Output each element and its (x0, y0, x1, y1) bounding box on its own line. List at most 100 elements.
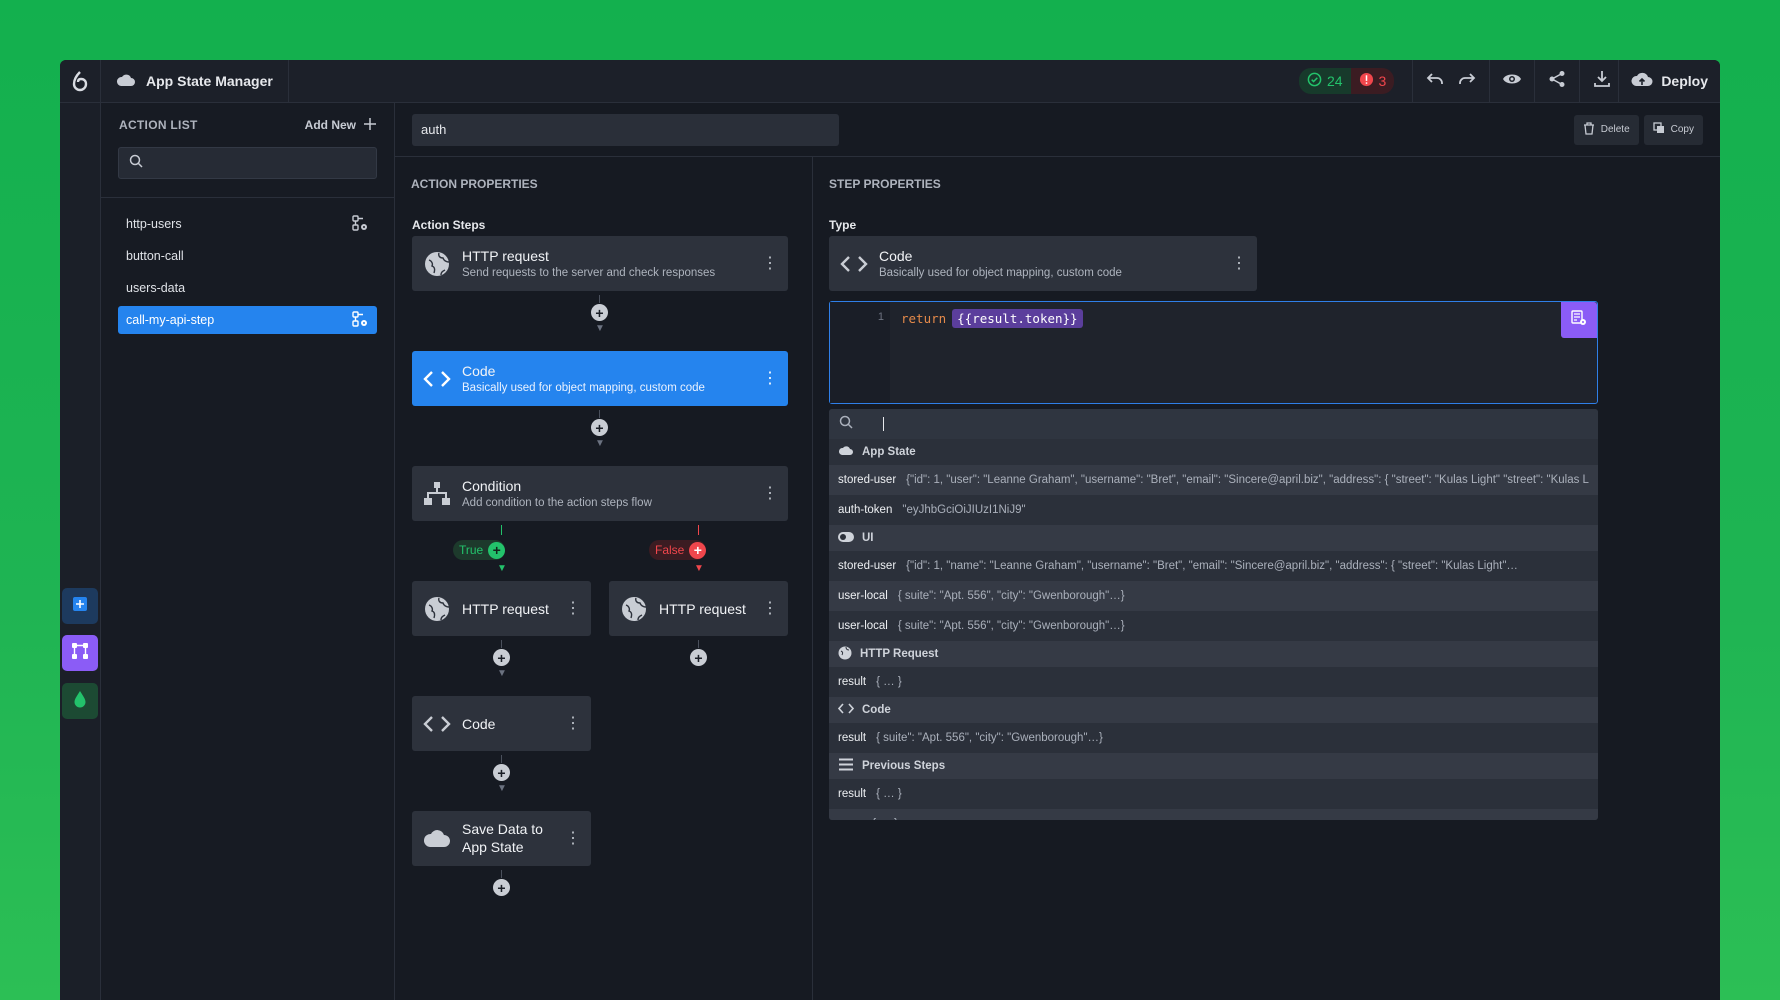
group-label: Previous Steps (862, 760, 946, 772)
variable-value: {"id": 1, "name": "Leanne Graham", "user… (906, 560, 1518, 572)
step-card-http-request[interactable]: HTTP request Send requests to the server … (412, 236, 788, 291)
action-name-bar: auth Delete Copy (395, 103, 1720, 157)
toggle-icon (838, 531, 854, 545)
add-new-button[interactable]: Add New (305, 117, 376, 133)
action-name-value: auth (421, 122, 447, 137)
delete-button[interactable]: Delete (1573, 114, 1639, 145)
logo[interactable] (60, 60, 101, 103)
globe-icon (422, 596, 452, 622)
step-desc: Basically used for object mapping, custo… (462, 382, 705, 394)
action-search-input[interactable] (118, 147, 377, 179)
download-button[interactable] (1586, 60, 1618, 103)
more-icon[interactable]: ⋮ (565, 600, 581, 617)
code-icon (422, 370, 452, 388)
variable-row[interactable]: stored-user {"id": 1, "name": "Leanne Gra… (829, 551, 1598, 581)
more-icon[interactable]: ⋮ (565, 830, 581, 847)
action-list-sidebar: ACTION LIST Add New http-users button-ca… (101, 103, 395, 1000)
step-properties-panel: STEP PROPERTIES Type Code Basically used … (813, 157, 1720, 1000)
action-item[interactable]: http-users (118, 210, 377, 238)
action-item-active[interactable]: call-my-api-step (118, 306, 377, 334)
add-false-step-button[interactable]: + (689, 541, 707, 559)
line-number: 1 (830, 302, 890, 403)
true-connector (501, 525, 502, 535)
more-icon[interactable]: ⋮ (1231, 255, 1247, 272)
code-line[interactable]: return {{result.token}} (901, 309, 1083, 328)
variable-row[interactable]: result { suite": "Apt. 556", "city": "Gwe… (829, 723, 1598, 753)
add-step-button[interactable]: + (493, 764, 510, 781)
more-icon[interactable]: ⋮ (762, 370, 778, 387)
code-icon (839, 255, 869, 273)
copy-label: Copy (1670, 124, 1694, 135)
step-card-condition[interactable]: Condition Add condition to the action ste… (412, 466, 788, 521)
variable-picker-button[interactable] (1561, 302, 1597, 338)
step-card-code[interactable]: Code Basically used for object mapping, c… (412, 351, 788, 406)
redo-button[interactable] (1451, 60, 1483, 103)
divider (1534, 60, 1536, 103)
preview-button[interactable] (1496, 60, 1528, 103)
step-title: Save Data to App State (462, 821, 543, 855)
code-token[interactable]: {{result.token}} (952, 309, 1083, 328)
step-card-code[interactable]: Code ⋮ (412, 696, 591, 751)
cloud-icon (838, 445, 854, 459)
variable-row[interactable]: error { … } (829, 809, 1598, 820)
more-icon[interactable]: ⋮ (762, 600, 778, 617)
deploy-label: Deploy (1661, 73, 1708, 89)
cloud-icon (116, 73, 136, 90)
type-desc: Basically used for object mapping, custo… (879, 267, 1122, 279)
true-branch-badge[interactable]: True + (453, 540, 506, 560)
rail-styles-button[interactable] (62, 683, 98, 719)
code-editor[interactable]: 1 return {{result.token}} (829, 301, 1598, 404)
more-icon[interactable]: ⋮ (762, 255, 778, 272)
false-branch-badge[interactable]: False + (649, 540, 707, 560)
type-card[interactable]: Code Basically used for object mapping, c… (829, 236, 1257, 291)
add-step-button[interactable]: + (591, 419, 608, 436)
rail-actions-button[interactable] (62, 635, 98, 671)
success-badge[interactable]: 24 (1298, 68, 1351, 94)
group-http-request: HTTP Request (829, 641, 1598, 667)
action-item[interactable]: users-data (118, 274, 377, 302)
error-badge[interactable]: 3 (1350, 68, 1395, 94)
action-item-label: users-data (126, 281, 186, 295)
cloud-icon (422, 829, 452, 849)
action-properties-title: ACTION PROPERTIES (411, 177, 538, 191)
action-item[interactable]: button-call (118, 242, 377, 270)
more-icon[interactable]: ⋮ (565, 715, 581, 732)
more-icon[interactable]: ⋮ (762, 485, 778, 502)
true-label: True (459, 543, 484, 557)
undo-button[interactable] (1419, 60, 1451, 103)
add-step-button[interactable]: + (591, 304, 608, 321)
action-item-label: call-my-api-step (126, 313, 215, 327)
false-label: False (655, 543, 685, 557)
step-card-http-request[interactable]: HTTP request ⋮ (609, 581, 788, 636)
divider (1412, 60, 1414, 103)
globe-icon (619, 596, 649, 622)
deploy-button[interactable]: Deploy (1618, 60, 1720, 103)
add-step-button[interactable]: + (690, 649, 707, 666)
action-name-input[interactable]: auth (412, 113, 839, 146)
copy-button[interactable]: Copy (1643, 114, 1703, 145)
share-button[interactable] (1541, 60, 1573, 103)
picker-search-input[interactable] (829, 409, 1598, 439)
add-step-button[interactable]: + (493, 649, 510, 666)
step-title: Code (462, 363, 496, 379)
variable-row[interactable]: stored-user {"id": 1, "user": "Leanne Gra… (829, 465, 1598, 495)
variable-row[interactable]: user-local { suite": "Apt. 556", "city": … (829, 581, 1598, 611)
variable-row[interactable]: result { … } (829, 779, 1598, 809)
divider (1579, 60, 1581, 103)
variable-row[interactable]: user-local { suite": "Apt. 556", "city": … (829, 611, 1598, 641)
step-card-http-request[interactable]: HTTP request ⋮ (412, 581, 591, 636)
code-keyword: return (901, 311, 947, 326)
add-true-step-button[interactable]: + (488, 541, 506, 559)
status-badges[interactable]: 24 3 (1298, 68, 1395, 94)
connector (501, 640, 502, 648)
step-title: Code (462, 715, 496, 732)
group-label: UI (862, 532, 874, 544)
code-icon (422, 715, 452, 733)
step-card-save-data[interactable]: Save Data to App State ⋮ (412, 811, 591, 866)
cloud-upload-icon (1631, 72, 1653, 91)
arrow-down-icon: ▼ (497, 668, 507, 679)
rail-pages-button[interactable] (62, 588, 98, 624)
variable-row[interactable]: result { … } (829, 667, 1598, 697)
add-step-button[interactable]: + (493, 879, 510, 896)
variable-row[interactable]: auth-token "eyJhbGciOiJIUzI1NiJ9" (829, 495, 1598, 525)
